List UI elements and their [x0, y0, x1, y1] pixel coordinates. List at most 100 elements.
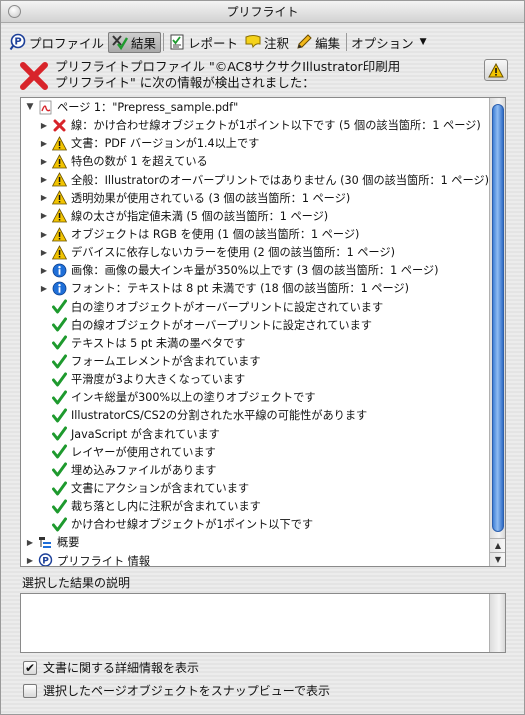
disclosure-closed-icon[interactable]: ▶	[39, 211, 49, 220]
tree-row[interactable]: ▶ オブジェクトは RGB を使用 (1 個の該当箇所：1 ページ)	[21, 225, 489, 243]
tab-results-label: 結果	[131, 35, 157, 51]
tree-row[interactable]: 白の塗りオブジェクトがオーバープリントに設定されています	[21, 298, 489, 316]
tree-row-label: 透明効果が使用されている (3 個の該当箇所：1 ページ)	[71, 191, 351, 205]
overview-icon	[39, 536, 51, 548]
tree-row-label: フォント：テキストは 8 pt 未満です (18 個の該当箇所：1 ページ)	[71, 282, 409, 296]
tree-row[interactable]: JavaScript が含まれています	[21, 425, 489, 443]
tree-row[interactable]: ▶ 線の太さが指定値未満 (5 個の該当箇所：1 ページ)	[21, 207, 489, 225]
description-text	[21, 594, 505, 602]
scrollbar-thumb[interactable]	[492, 104, 504, 532]
disclosure-closed-icon[interactable]: ▶	[25, 556, 35, 565]
checkmark-icon	[52, 354, 67, 369]
tree-row[interactable]: ▶ 線：かけ合わせ線オブジェクトが1ポイント以下です (5 個の該当箇所：1 ペー…	[21, 116, 489, 134]
results-message-line1: プリフライトプロファイル "©AC8サクサクIllustrator印刷用	[55, 59, 401, 74]
tree-row[interactable]: ▶ デバイスに依存しないカラーを使用 (2 個の該当箇所：1 ページ)	[21, 243, 489, 261]
tree-scrollbar[interactable]: ▲ ▼	[489, 98, 505, 566]
warning-icon	[52, 136, 67, 151]
tree-row-label: レイヤーが使用されています	[71, 445, 216, 459]
close-window-button[interactable]	[8, 5, 21, 18]
disclosure-closed-icon[interactable]: ▶	[39, 284, 49, 293]
tree-row-label: フォームエレメントが含まれています	[71, 355, 261, 369]
warning-icon	[52, 244, 67, 260]
checkmark-icon	[52, 481, 67, 496]
results-tree[interactable]: ▼ ページ 1："Prepress_sample.pdf" ▶ 線：かけ合わせ線オブジ…	[20, 97, 506, 567]
checkmark-icon	[52, 390, 67, 405]
tree-row[interactable]: ▶ 文書：PDF バージョンが1.4以上です	[21, 134, 489, 152]
tree-row-label: かけ合わせ線オブジェクトが1ポイント以下です	[71, 518, 314, 532]
tree-row[interactable]: ▶ 画像：画像の最大インキ量が350%以上です (3 個の該当箇所：1 ページ)	[21, 261, 489, 279]
tree-row[interactable]: 平滑度が3より大きくなっています	[21, 370, 489, 388]
tree-row-label: 平滑度が3より大きくなっています	[71, 373, 246, 387]
tree-row-label: オブジェクトは RGB を使用 (1 個の該当箇所：1 ページ)	[71, 228, 360, 242]
tree-row[interactable]: 埋め込みファイルがあります	[21, 461, 489, 479]
info-icon	[52, 263, 67, 278]
checkmark-icon	[52, 444, 67, 459]
snap-view-option[interactable]: 選択したページオブジェクトをスナップビューで表示	[23, 682, 330, 699]
tab-report[interactable]: レポート	[166, 32, 242, 53]
tree-row[interactable]: 裁ち落とし内に注釈が含まれています	[21, 497, 489, 515]
warning-icon	[52, 154, 67, 169]
tab-profile[interactable]: P プロファイル	[7, 32, 108, 53]
tree-row[interactable]: IllustratorCS/CS2の分割された水平線の可能性があります	[21, 406, 489, 424]
title-bar: プリフライト	[1, 1, 524, 23]
disclosure-closed-icon[interactable]: ▶	[39, 121, 49, 130]
disclosure-closed-icon[interactable]: ▶	[39, 266, 49, 275]
disclosure-closed-icon[interactable]: ▶	[25, 538, 35, 547]
tree-row-label: 白の塗りオブジェクトがオーバープリントに設定されています	[71, 300, 384, 314]
toolbar-divider	[163, 33, 165, 51]
disclosure-closed-icon[interactable]: ▶	[39, 248, 49, 257]
tree-row[interactable]: 白の線オブジェクトがオーバープリントに設定されています	[21, 316, 489, 334]
annotation-icon	[245, 35, 261, 49]
tree-row[interactable]: テキストは 5 pt 未満の墨ベタです	[21, 334, 489, 352]
tree-row-label: 白の線オブジェクトがオーバープリントに設定されています	[71, 318, 372, 332]
checkmark-icon	[52, 462, 67, 477]
tree-row-label: プリフライト 情報	[57, 554, 151, 567]
description-box[interactable]	[20, 593, 506, 653]
tree-row[interactable]: ▶ フォント：テキストは 8 pt 未満です (18 個の該当箇所：1 ページ)	[21, 279, 489, 297]
scroll-down-arrow[interactable]: ▼	[490, 552, 505, 566]
tree-row[interactable]: ▶ 特色の数が 1 を超えている	[21, 152, 489, 170]
tree-row[interactable]: インキ総量が300%以上の塗りオブジェクトです	[21, 388, 489, 406]
tree-row[interactable]: フォームエレメントが含まれています	[21, 352, 489, 370]
tree-row-label: 画像：画像の最大インキ量が350%以上です (3 個の該当箇所：1 ページ)	[71, 264, 439, 278]
tree-row-label: テキストは 5 pt 未満の墨ベタです	[71, 336, 246, 350]
edit-pencil-icon	[297, 34, 312, 49]
snap-view-label: 選択したページオブジェクトをスナップビューで表示	[43, 684, 331, 698]
disclosure-closed-icon[interactable]: ▶	[39, 175, 49, 184]
tree-row[interactable]: 文書にアクションが含まれています	[21, 479, 489, 497]
tree-row[interactable]: ▶ 概要	[21, 533, 489, 551]
tree-row[interactable]: レイヤーが使用されています	[21, 443, 489, 461]
tab-annotations[interactable]: 注釈	[242, 32, 293, 53]
tree-row[interactable]: かけ合わせ線オブジェクトが1ポイント以下です	[21, 515, 489, 533]
error-x-icon	[53, 119, 66, 132]
checkmark-icon	[52, 408, 67, 423]
tree-row-label: 特色の数が 1 を超えている	[71, 155, 208, 169]
disclosure-closed-icon[interactable]: ▶	[39, 193, 49, 202]
show-document-details-option[interactable]: ✔ 文書に関する詳細情報を表示	[23, 659, 199, 676]
warning-button[interactable]	[484, 59, 508, 81]
options-menu[interactable]: オプション ▼	[349, 32, 430, 53]
error-x-icon	[20, 62, 48, 90]
disclosure-closed-icon[interactable]: ▶	[39, 139, 49, 148]
scroll-up-arrow[interactable]: ▲	[490, 538, 505, 552]
tab-results[interactable]: 結果	[108, 31, 162, 53]
disclosure-closed-icon[interactable]: ▶	[39, 230, 49, 239]
warning-icon	[488, 62, 504, 77]
warning-icon	[52, 208, 67, 223]
tree-row[interactable]: ▶ 全般：Illustratorのオーバープリントではありません (30 個の該当…	[21, 171, 489, 189]
snap-view-checkbox[interactable]	[23, 683, 37, 698]
disclosure-open-icon[interactable]: ▼	[25, 102, 35, 112]
show-document-details-checkbox[interactable]: ✔	[23, 660, 37, 675]
tab-edit[interactable]: 編集	[293, 32, 344, 53]
tree-row[interactable]: ▼ ページ 1："Prepress_sample.pdf"	[21, 98, 489, 116]
tree-row[interactable]: ▶ P プリフライト 情報	[21, 552, 489, 567]
disclosure-closed-icon[interactable]: ▶	[39, 157, 49, 166]
warning-icon	[52, 172, 67, 187]
window-title: プリフライト	[226, 5, 299, 19]
checkmark-icon	[52, 299, 67, 314]
checkmark-icon	[52, 317, 67, 332]
description-scrollbar[interactable]	[489, 594, 505, 652]
tree-row-label: 概要	[57, 536, 80, 550]
tree-row[interactable]: ▶ 透明効果が使用されている (3 個の該当箇所：1 ページ)	[21, 189, 489, 207]
tree-row-label: JavaScript が含まれています	[71, 427, 220, 441]
